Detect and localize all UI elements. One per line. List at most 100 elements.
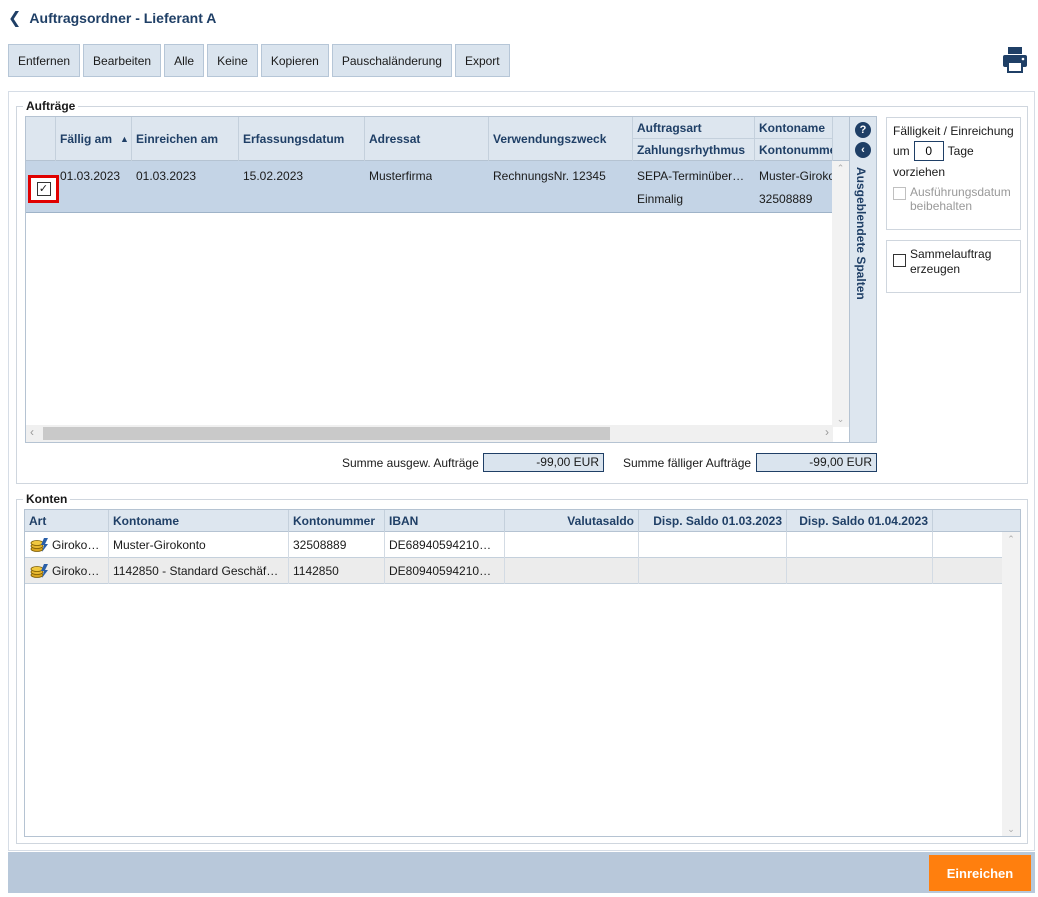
sum-selected-label: Summe ausgew. Aufträge (342, 456, 479, 470)
column-header-disp1[interactable]: Disp. Saldo 01.03.2023 (639, 510, 787, 532)
row-select-highlight[interactable]: ✓ (28, 175, 59, 203)
um-label: um (893, 144, 910, 158)
cell-valutasaldo (505, 532, 639, 558)
cell-iban: DE68940594210… (385, 532, 505, 558)
cell-iban: DE80940594210… (385, 558, 505, 584)
column-header-auftragsart[interactable]: Auftragsart (633, 117, 755, 139)
account-type: Giroko… (52, 538, 100, 552)
konten-legend: Konten (23, 492, 71, 506)
scroll-up-icon[interactable]: ⌃ (1002, 534, 1020, 545)
vertical-scrollbar[interactable]: ⌃ ⌄ (832, 161, 849, 427)
konten-group: Konten Art Kontoname Kontonummer IBAN Va… (16, 492, 1028, 844)
keep-date-option: Ausführungsdatum beibehalten (893, 185, 1014, 213)
sort-ascending-icon: ▲ (120, 134, 129, 144)
hidden-columns-panel[interactable]: ? ‹ Ausgeblendete Spalten (849, 117, 876, 442)
table-row[interactable]: Giroko… Muster-Girokonto 32508889 DE6894… (25, 532, 1002, 558)
cell-disp1 (639, 558, 787, 584)
auftraege-table: Fällig am ▲ Einreichen am Erfassungsdatu… (25, 116, 877, 443)
cell-kontoname: Muster-Girokonto (759, 169, 833, 183)
sum-due-value: -99,00 EUR (756, 453, 877, 472)
printer-icon[interactable] (1002, 46, 1028, 74)
days-input[interactable] (913, 141, 944, 161)
help-icon[interactable]: ? (855, 122, 871, 138)
column-label: Fällig am (60, 132, 113, 146)
bulk-change-button[interactable]: Pauschaländerung (331, 44, 452, 77)
column-header-iban[interactable]: IBAN (385, 510, 505, 532)
column-header-kontoname[interactable]: Kontoname (109, 510, 289, 532)
cell-adressat: Musterfirma (369, 169, 433, 183)
column-header-disp2[interactable]: Disp. Saldo 01.04.2023 (787, 510, 933, 532)
action-bar: Einreichen (8, 852, 1035, 893)
keep-date-label: Ausführungsdatum beibehalten (910, 185, 1011, 213)
cell-einreichen: 01.03.2023 (136, 169, 197, 183)
vorziehen-label: vorziehen (893, 165, 946, 179)
cell-verwendung: RechnungsNr. 12345 (493, 169, 606, 183)
sum-due-label: Summe fälliger Aufträge (623, 456, 752, 470)
column-header-zahlungsrhythmus[interactable]: Zahlungsrhythmus (633, 139, 755, 161)
table-row[interactable]: Giroko… 1142850 - Standard Geschäf… 1142… (25, 558, 1002, 584)
select-all-button[interactable]: Alle (164, 44, 205, 77)
page-title: Auftragsordner - Lieferant A (29, 10, 217, 26)
column-header-kontonummer[interactable]: Kontonummer (289, 510, 385, 532)
due-date-options-title: Fälligkeit / Einreichung (893, 124, 1014, 138)
keep-date-checkbox (893, 187, 906, 200)
cell-auftragsart: SEPA-Terminüber… (637, 169, 745, 183)
collective-order-label: Sammelauftrag erzeugen (910, 247, 992, 276)
chevron-left-icon[interactable]: ❮ (8, 8, 21, 28)
cell-disp2 (787, 532, 933, 558)
export-button[interactable]: Export (454, 44, 510, 77)
coins-icon (30, 564, 48, 578)
column-header-verwendung[interactable]: Verwendungszweck (489, 117, 633, 161)
edit-button[interactable]: Bearbeiten (83, 44, 162, 77)
cell-erfassung: 15.02.2023 (243, 169, 304, 183)
horizontal-scrollbar[interactable]: ‹ › (26, 425, 833, 442)
cell-valutasaldo (505, 558, 639, 584)
cell-zahlungsrhythmus: Einmalig (637, 192, 684, 206)
cell-disp2 (787, 558, 933, 584)
konten-table: Art Kontoname Kontonummer IBAN Valutasal… (24, 509, 1021, 837)
column-header-adressat[interactable]: Adressat (365, 117, 489, 161)
coins-icon (30, 538, 48, 552)
cell-kontonummer: 1142850 (289, 558, 385, 584)
days-row: um Tage (893, 141, 1014, 161)
table-row[interactable]: ✓ 01.03.2023 01.03.2023 15.02.2023 Muste… (26, 161, 833, 213)
hidden-columns-label[interactable]: Ausgeblendete Spalten (854, 167, 868, 300)
auftraege-legend: Aufträge (23, 99, 79, 113)
submit-button[interactable]: Einreichen (929, 855, 1031, 891)
collective-order-checkbox[interactable] (893, 254, 906, 267)
cell-art: Giroko… (25, 532, 109, 558)
cell-art: Giroko… (25, 558, 109, 584)
cell-kontonummer: 32508889 (289, 532, 385, 558)
page-header: ❮ Auftragsordner - Lieferant A (8, 8, 216, 28)
collective-order-option: Sammelauftrag erzeugen (886, 240, 1021, 293)
chevron-left-circle-icon[interactable]: ‹ (855, 142, 871, 158)
column-header-faellig[interactable]: Fällig am ▲ (56, 117, 132, 161)
row-select-checkbox[interactable]: ✓ (36, 182, 51, 196)
copy-button[interactable]: Kopieren (260, 44, 329, 77)
konten-table-header: Art Kontoname Kontonummer IBAN Valutasal… (25, 510, 1020, 532)
horizontal-scroll-thumb[interactable] (43, 427, 610, 440)
scroll-up-icon[interactable]: ⌃ (832, 163, 849, 174)
column-header-art[interactable]: Art (25, 510, 109, 532)
select-none-button[interactable]: Keine (207, 44, 258, 77)
column-header-valutasaldo[interactable]: Valutasaldo (505, 510, 639, 532)
main-panel: Aufträge Fällig am ▲ Einreichen am Erfas… (8, 91, 1035, 851)
auftraege-table-header: Fällig am ▲ Einreichen am Erfassungsdatu… (26, 117, 876, 161)
scroll-down-icon[interactable]: ⌄ (1002, 824, 1020, 835)
remove-button[interactable]: Entfernen (8, 44, 81, 77)
column-header-kontonummer[interactable]: Kontonummer (755, 139, 833, 161)
cell-kontoname: 1142850 - Standard Geschäf… (109, 558, 289, 584)
column-header-erfassung[interactable]: Erfassungsdatum (239, 117, 365, 161)
cell-disp1 (639, 532, 787, 558)
scroll-down-icon[interactable]: ⌄ (832, 414, 849, 425)
column-header-kontoname[interactable]: Kontoname (755, 117, 833, 139)
auftraege-group: Aufträge Fällig am ▲ Einreichen am Erfas… (16, 99, 1028, 484)
toolbar: Entfernen Bearbeiten Alle Keine Kopieren… (8, 44, 510, 77)
scroll-left-icon[interactable]: ‹ (30, 425, 34, 439)
cell-kontonummer: 32508889 (759, 192, 813, 206)
due-date-options: Fälligkeit / Einreichung um Tage vorzieh… (886, 117, 1021, 230)
column-header-einreichen[interactable]: Einreichen am (132, 117, 239, 161)
scroll-right-icon[interactable]: › (825, 425, 829, 439)
konten-vertical-scrollbar[interactable]: ⌃ ⌄ (1002, 532, 1020, 836)
account-type: Giroko… (52, 564, 100, 578)
